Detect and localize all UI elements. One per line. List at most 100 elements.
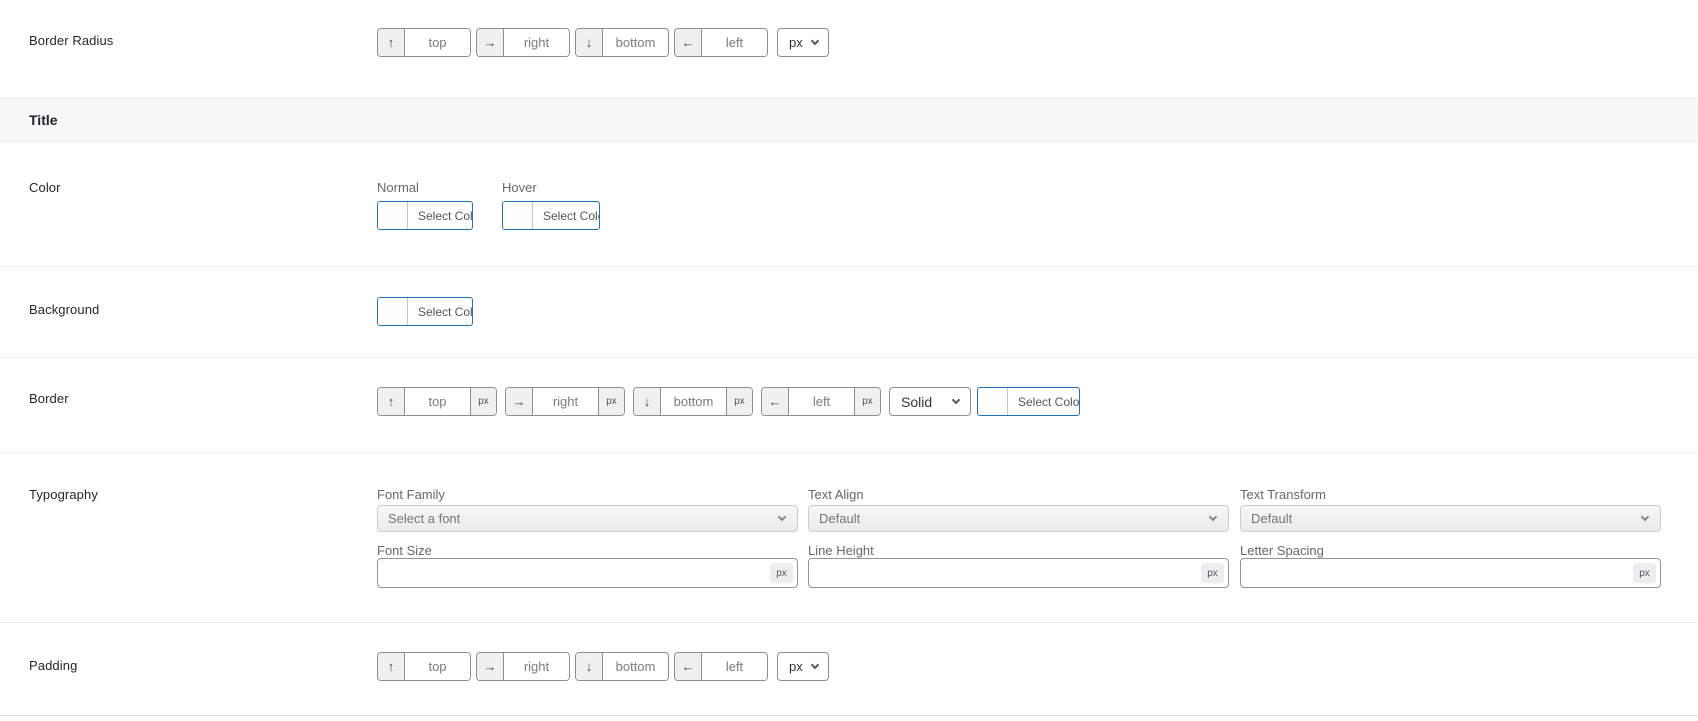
- font-family-select[interactable]: Select a font: [377, 505, 798, 532]
- border-right-unit: px: [598, 388, 624, 415]
- padding-bottom-group: ↓: [575, 652, 669, 681]
- chevron-down-icon: [810, 661, 818, 669]
- border-top-input[interactable]: [405, 388, 470, 415]
- color-row: Color Normal Hover Select Color Select C…: [0, 143, 1698, 267]
- color-normal-select-color-button[interactable]: Select Color: [377, 201, 473, 230]
- border-left-unit: px: [854, 388, 880, 415]
- border-radius-right-group: →: [476, 28, 570, 57]
- background-label: Background: [29, 302, 99, 317]
- border-label: Border: [29, 391, 69, 406]
- padding-label: Padding: [29, 658, 77, 673]
- text-align-value: Default: [819, 511, 860, 526]
- padding-unit-select[interactable]: px: [777, 652, 829, 681]
- text-transform-select[interactable]: Default: [1240, 505, 1661, 532]
- arrow-left-icon: ←: [762, 388, 789, 415]
- letter-spacing-field: px: [1240, 558, 1661, 588]
- select-color-label: Select Color: [408, 298, 473, 325]
- color-label: Color: [29, 180, 61, 195]
- text-align-select[interactable]: Default: [808, 505, 1229, 532]
- border-top-unit: px: [470, 388, 496, 415]
- color-normal-label: Normal: [377, 180, 419, 195]
- font-size-input[interactable]: [378, 559, 797, 587]
- font-size-field: px: [377, 558, 798, 588]
- line-height-input[interactable]: [809, 559, 1228, 587]
- border-radius-label: Border Radius: [29, 33, 113, 48]
- line-height-field: px: [808, 558, 1229, 588]
- border-top-group: ↑ px: [377, 387, 497, 416]
- border-controls: ↑ px → px ↓ px ← px Solid: [377, 387, 1080, 416]
- title-section-header: Title: [0, 97, 1698, 143]
- border-right-input[interactable]: [533, 388, 598, 415]
- font-size-label: Font Size: [377, 543, 432, 558]
- border-bottom-unit: px: [726, 388, 752, 415]
- text-align-label: Text Align: [808, 487, 864, 502]
- line-height-label: Line Height: [808, 543, 874, 558]
- select-color-label: Select Color: [1008, 388, 1080, 415]
- border-radius-right-input[interactable]: [504, 29, 569, 56]
- font-family-value: Select a font: [388, 511, 460, 526]
- border-bottom-input[interactable]: [661, 388, 726, 415]
- padding-bottom-input[interactable]: [603, 653, 668, 680]
- border-radius-unit-select[interactable]: px: [777, 28, 829, 57]
- letter-spacing-label: Letter Spacing: [1240, 543, 1324, 558]
- settings-panel: Border Radius ↑ → ↓ ← px: [0, 0, 1698, 721]
- typography-row: Typography Font Family Select a font Fon…: [0, 453, 1698, 623]
- unit-value: px: [789, 659, 803, 674]
- arrow-right-icon: →: [506, 388, 533, 415]
- border-radius-row: Border Radius ↑ → ↓ ← px: [0, 0, 1698, 97]
- arrow-left-icon: ←: [675, 653, 702, 680]
- color-hover-label: Hover: [502, 180, 537, 195]
- color-swatch: [978, 388, 1008, 415]
- font-family-label: Font Family: [377, 487, 445, 502]
- chevron-down-icon: [778, 513, 786, 521]
- padding-row: Padding ↑ → ↓ ← px: [0, 623, 1698, 716]
- border-radius-top-group: ↑: [377, 28, 471, 57]
- padding-right-input[interactable]: [504, 653, 569, 680]
- typography-label: Typography: [29, 487, 98, 502]
- padding-top-group: ↑: [377, 652, 471, 681]
- chevron-down-icon: [1209, 513, 1217, 521]
- arrow-right-icon: →: [477, 653, 504, 680]
- border-radius-left-group: ←: [674, 28, 768, 57]
- border-right-group: → px: [505, 387, 625, 416]
- padding-right-group: →: [476, 652, 570, 681]
- border-row: Border ↑ px → px ↓ px ← px: [0, 358, 1698, 453]
- padding-top-input[interactable]: [405, 653, 470, 680]
- arrow-down-icon: ↓: [634, 388, 661, 415]
- color-swatch: [378, 298, 408, 325]
- border-bottom-group: ↓ px: [633, 387, 753, 416]
- font-size-unit: px: [770, 563, 793, 583]
- border-left-input[interactable]: [789, 388, 854, 415]
- background-select-color-button[interactable]: Select Color: [377, 297, 473, 326]
- padding-left-group: ←: [674, 652, 768, 681]
- border-style-select[interactable]: Solid: [889, 387, 971, 416]
- padding-left-input[interactable]: [702, 653, 767, 680]
- border-radius-bottom-input[interactable]: [603, 29, 668, 56]
- select-color-label: Select Color: [533, 202, 600, 229]
- select-color-label: Select Color: [408, 202, 473, 229]
- text-transform-value: Default: [1251, 511, 1292, 526]
- arrow-up-icon: ↑: [378, 388, 405, 415]
- text-transform-label: Text Transform: [1240, 487, 1326, 502]
- arrow-right-icon: →: [477, 29, 504, 56]
- color-hover-select-color-button[interactable]: Select Color: [502, 201, 600, 230]
- border-radius-left-input[interactable]: [702, 29, 767, 56]
- arrow-up-icon: ↑: [378, 29, 405, 56]
- border-radius-top-input[interactable]: [405, 29, 470, 56]
- border-radius-bottom-group: ↓: [575, 28, 669, 57]
- chevron-down-icon: [952, 396, 960, 404]
- arrow-down-icon: ↓: [576, 29, 603, 56]
- arrow-left-icon: ←: [675, 29, 702, 56]
- letter-spacing-input[interactable]: [1241, 559, 1660, 587]
- color-swatch: [378, 202, 408, 229]
- background-row: Background Select Color: [0, 267, 1698, 358]
- line-height-unit: px: [1201, 563, 1224, 583]
- letter-spacing-unit: px: [1633, 563, 1656, 583]
- border-select-color-button[interactable]: Select Color: [977, 387, 1080, 416]
- title-section-label: Title: [29, 112, 58, 128]
- padding-controls: ↑ → ↓ ← px: [377, 652, 829, 681]
- border-left-group: ← px: [761, 387, 881, 416]
- border-radius-controls: ↑ → ↓ ← px: [377, 28, 829, 57]
- unit-value: px: [789, 35, 803, 50]
- color-swatch: [503, 202, 533, 229]
